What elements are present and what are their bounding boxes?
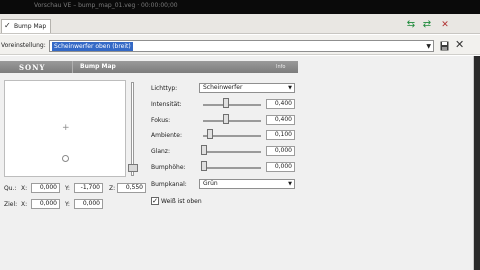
tab-label: Bump Map <box>14 23 47 30</box>
to-label: Ziel: <box>4 201 18 208</box>
intensity-value-field[interactable]: 0,400 <box>266 99 295 109</box>
gloss-label: Glanz: <box>151 148 170 155</box>
white-on-top-label[interactable]: Weiß ist oben <box>161 198 202 205</box>
chevron-down-icon[interactable]: ▼ <box>288 180 292 188</box>
delete-preset-icon[interactable]: ✕ <box>455 39 464 51</box>
to-x-field[interactable]: 0,000 <box>31 199 60 209</box>
filter-name: Bump Map <box>80 63 116 70</box>
bump-channel-label: Bumpkanal: <box>151 181 187 188</box>
gloss-value-field[interactable]: 0,000 <box>266 146 295 156</box>
chevron-down-icon[interactable]: ▼ <box>288 84 292 92</box>
from-z-label: Z: <box>109 185 116 192</box>
to-y-label: Y: <box>65 201 70 208</box>
preset-value[interactable]: Scheinwerfer oben (breit) <box>52 42 133 51</box>
header-divider <box>72 61 73 73</box>
to-y-field[interactable]: 0,000 <box>74 199 103 209</box>
intensity-slider-track[interactable] <box>203 104 261 106</box>
bump-height-value-field[interactable]: 0,000 <box>266 162 295 172</box>
intensity-slider-thumb[interactable] <box>223 98 230 108</box>
light-preview[interactable]: + <box>4 80 126 177</box>
window-titlebar: Vorschau VE – bump_map_01.veg · 00:00:00… <box>0 0 480 14</box>
bump-height-slider-track[interactable] <box>203 167 261 169</box>
bump-channel-value: Grün <box>203 180 218 187</box>
from-y-field[interactable]: -1,700 <box>74 183 103 193</box>
from-x-label: X: <box>21 185 28 192</box>
light-type-label: Lichttyp: <box>151 85 178 92</box>
light-type-value: Scheinwerfer <box>203 84 243 91</box>
light-target-crosshair-icon[interactable]: + <box>62 124 70 133</box>
light-source-handle-icon[interactable] <box>62 155 69 162</box>
move-left-icon[interactable]: ⇆ <box>404 19 418 31</box>
filter-header: SONY Bump Map Info <box>0 61 298 73</box>
chevron-down-icon[interactable]: ▼ <box>426 43 431 50</box>
move-right-icon[interactable]: ⇄ <box>420 19 434 31</box>
info-link[interactable]: Info <box>276 64 285 70</box>
from-x-field[interactable]: 0,000 <box>31 183 60 193</box>
from-z-field[interactable]: 0,550 <box>117 183 146 193</box>
from-y-label: Y: <box>65 185 70 192</box>
ambient-label: Ambiente: <box>151 132 182 139</box>
to-x-label: X: <box>21 201 28 208</box>
white-on-top-checkbox[interactable]: ✓ <box>151 197 159 205</box>
focus-slider-thumb[interactable] <box>223 114 230 124</box>
z-slider-track[interactable] <box>131 82 134 176</box>
gloss-slider-thumb[interactable] <box>201 145 207 155</box>
save-preset-icon[interactable] <box>440 41 449 51</box>
ambient-value-field[interactable]: 0,100 <box>266 130 295 140</box>
gloss-slider-track[interactable] <box>203 151 261 153</box>
from-label: Qu.: <box>4 185 17 192</box>
tab-bump-map[interactable]: ✓ Bump Map <box>1 19 51 33</box>
focus-label: Fokus: <box>151 117 171 124</box>
window-title: Vorschau VE – bump_map_01.veg · 00:00:00… <box>34 2 178 9</box>
focus-slider-track[interactable] <box>203 120 261 122</box>
bump-height-slider-thumb[interactable] <box>201 161 207 171</box>
intensity-label: Intensität: <box>151 101 182 108</box>
remove-icon[interactable]: ✕ <box>438 19 452 31</box>
bump-height-label: Bumphöhe: <box>151 164 186 171</box>
preset-label: Voreinstellung: <box>1 42 46 49</box>
z-slider-thumb[interactable] <box>128 164 138 172</box>
checkmark-icon[interactable]: ✓ <box>4 21 11 30</box>
preset-dropdown[interactable]: Scheinwerfer oben (breit) ▼ <box>49 40 434 52</box>
focus-value-field[interactable]: 0,400 <box>266 115 295 125</box>
light-type-dropdown[interactable]: Scheinwerfer ▼ <box>199 83 295 93</box>
ambient-slider-thumb[interactable] <box>206 129 213 139</box>
panel-border <box>474 56 480 270</box>
brand-logo: SONY <box>19 63 46 72</box>
bump-channel-dropdown[interactable]: Grün ▼ <box>199 179 295 189</box>
